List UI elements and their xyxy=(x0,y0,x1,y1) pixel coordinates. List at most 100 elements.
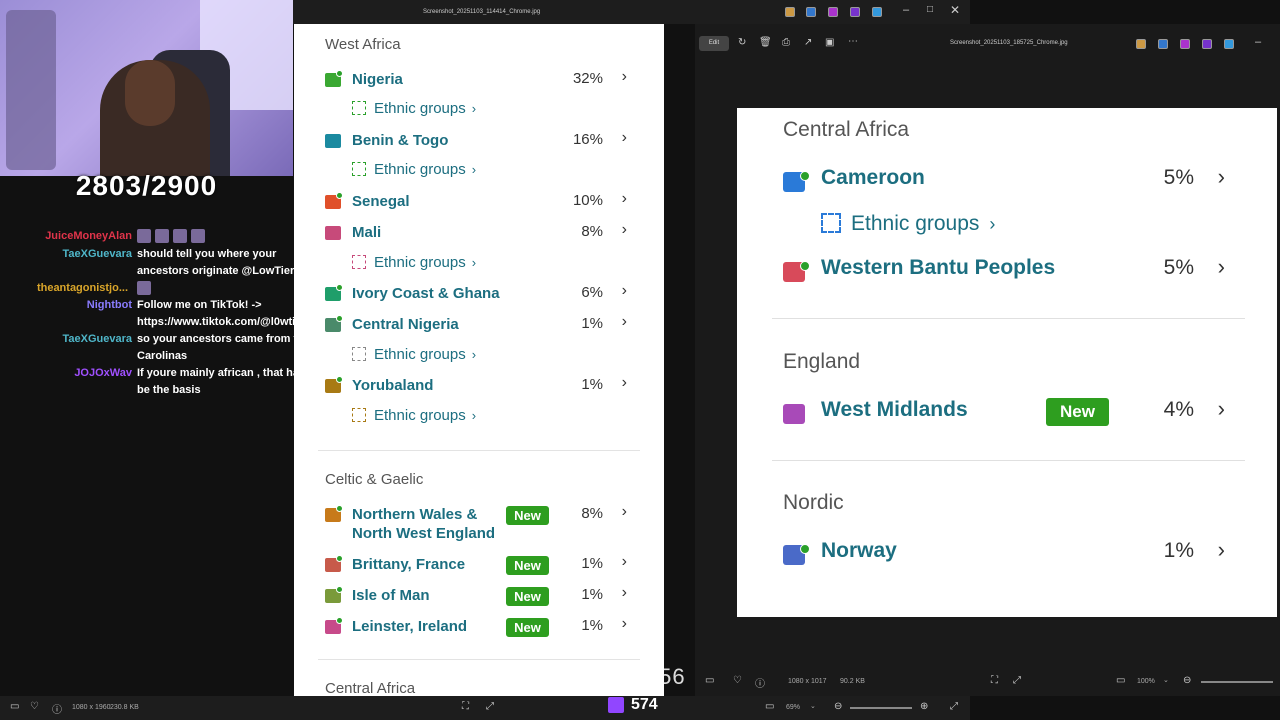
zoom-out-icon[interactable]: ⊖ xyxy=(1183,675,1191,686)
region-heading: West Africa xyxy=(325,36,401,53)
editor-icon[interactable] xyxy=(850,7,860,17)
ancestry-row-benin-togo[interactable]: Benin & Togo 16% › xyxy=(325,129,635,153)
ancestry-row-ivory-coast-ghana[interactable]: Ivory Coast & Ghana 6% › xyxy=(325,282,635,306)
ancestry-row-west-midlands[interactable]: West Midlands New 4% › xyxy=(783,396,1233,428)
left-window-title: Screenshot_20251103_114414_Chrome.jpg xyxy=(423,9,541,15)
ancestry-row-isle-of-man[interactable]: Isle of Man New 1% › xyxy=(325,584,635,608)
ancestry-row-yorubaland[interactable]: Yorubaland 1% › xyxy=(325,374,635,398)
display-icon[interactable]: ▭ xyxy=(10,701,19,712)
region-name: Western Bantu Peoples xyxy=(821,256,1056,279)
region-percent: 10% xyxy=(572,192,603,209)
chat-username[interactable]: TaeXGuevara xyxy=(0,331,132,348)
scan-icon xyxy=(821,213,841,233)
zoom-slider[interactable] xyxy=(1201,681,1273,683)
actual-size-icon[interactable]: ▭ xyxy=(765,701,774,712)
cat-tower xyxy=(6,10,56,170)
ancestry-row-northern-wales[interactable]: Northern Wales & North West England New … xyxy=(325,503,635,545)
share-icon[interactable]: ↗ xyxy=(804,37,812,48)
info-icon[interactable]: ⓘ xyxy=(52,701,62,716)
heart-icon[interactable]: ♡ xyxy=(733,675,742,686)
chat-username[interactable]: Nightbot xyxy=(0,297,132,314)
ancestry-row-nigeria[interactable]: Nigeria 32% › xyxy=(325,68,635,92)
region-percent: 1% xyxy=(581,555,603,572)
region-name: Leinster, Ireland xyxy=(352,618,468,635)
zoom-slider[interactable] xyxy=(850,707,912,709)
ethnic-groups-link[interactable]: Ethnic groups › xyxy=(352,161,476,181)
fit-icon[interactable]: ⛶ xyxy=(991,675,998,686)
ancestry-row-leinster[interactable]: Leinster, Ireland New 1% › xyxy=(325,615,635,639)
more-icon[interactable]: ⋯ xyxy=(848,36,858,47)
region-heading: Nordic xyxy=(783,491,844,514)
ancestry-row-western-bantu[interactable]: Western Bantu Peoples 5% › xyxy=(783,254,1233,286)
region-percent: 1% xyxy=(581,315,603,332)
ancestry-row-norway[interactable]: Norway 1% › xyxy=(783,537,1233,569)
fit-icon[interactable]: ⛶ xyxy=(462,701,469,712)
chat-username[interactable]: TaeXGuevara xyxy=(0,246,132,263)
chat-message: Nightbot Follow me on TikTok! -> https:/… xyxy=(0,297,330,331)
ethnic-groups-link[interactable]: Ethnic groups › xyxy=(352,407,476,427)
chevron-right-icon: › xyxy=(621,282,627,299)
minimize-icon[interactable]: – xyxy=(1255,36,1261,48)
right-window-title: Screenshot_20251103_185725_Chrome.jpg xyxy=(950,40,1068,46)
chat-username[interactable]: theantagonistjo... xyxy=(0,280,128,297)
designer-icon[interactable] xyxy=(1158,39,1168,49)
editor-icon[interactable] xyxy=(1202,39,1212,49)
zoom-in-icon[interactable]: ⊕ xyxy=(920,701,928,712)
ethnic-groups-link[interactable]: Ethnic groups › xyxy=(352,346,476,366)
print-icon[interactable]: ⎙ xyxy=(782,37,790,48)
ancestry-row-mali[interactable]: Mali 8% › xyxy=(325,221,635,245)
maximize-icon[interactable]: □ xyxy=(927,4,933,15)
slideshow-icon[interactable]: ▣ xyxy=(825,37,834,48)
delete-icon[interactable]: 🗑 xyxy=(759,37,772,48)
onedrive-icon[interactable] xyxy=(872,7,882,17)
chevron-right-icon: › xyxy=(621,553,627,570)
goal-counter: 2803/2900 xyxy=(75,170,218,201)
copilot-icon[interactable] xyxy=(785,7,795,17)
designer-icon[interactable] xyxy=(806,7,816,17)
heart-icon[interactable]: ♡ xyxy=(30,701,39,712)
info-icon[interactable]: ⓘ xyxy=(755,675,765,690)
copilot-icon[interactable] xyxy=(1136,39,1146,49)
zoom-out-icon[interactable]: ⊖ xyxy=(834,701,842,712)
fullscreen-icon[interactable]: ⤢ xyxy=(486,701,494,712)
chat-message: theantagonistjo... xyxy=(0,280,330,297)
chat-username[interactable]: JuiceMoneyAlan xyxy=(0,228,132,245)
swatch-icon xyxy=(783,404,805,424)
chevron-down-icon[interactable]: ⌄ xyxy=(1163,676,1169,684)
new-badge: New xyxy=(1046,398,1109,426)
ancestry-row-central-nigeria[interactable]: Central Nigeria 1% › xyxy=(325,313,635,337)
left-window-titlebar: Screenshot_20251103_114414_Chrome.jpg – … xyxy=(293,0,970,24)
expand-icon[interactable]: ⤢ xyxy=(950,701,958,712)
chat-username[interactable]: JOJOxWav xyxy=(0,365,132,382)
ethnic-groups-link[interactable]: Ethnic groups › xyxy=(821,212,995,236)
emote-row xyxy=(137,228,209,245)
minimize-icon[interactable]: – xyxy=(903,4,909,16)
actual-size-icon[interactable]: ▭ xyxy=(1116,675,1125,686)
chat-panel: JuiceMoneyAlan TaeXGuevara should tell y… xyxy=(0,228,330,399)
zoom-level[interactable]: 100% xyxy=(1137,678,1155,685)
chevron-down-icon[interactable]: ⌄ xyxy=(810,702,816,710)
new-badge: New xyxy=(506,618,549,637)
zoom-level[interactable]: 69% xyxy=(786,704,800,711)
ancestry-row-cameroon[interactable]: Cameroon 5% › xyxy=(783,164,1233,196)
edit-button[interactable]: Edit xyxy=(699,36,729,51)
display-icon[interactable]: ▭ xyxy=(705,675,714,686)
ancestry-row-brittany[interactable]: Brittany, France New 1% › xyxy=(325,553,635,577)
onedrive-icon[interactable] xyxy=(1224,39,1234,49)
rotate-icon[interactable]: ↻ xyxy=(738,37,746,48)
chat-message: JOJOxWav If youre mainly african , that … xyxy=(0,365,330,399)
stream-timer: 07:12:56 xyxy=(592,664,686,689)
fullscreen-icon[interactable]: ⤢ xyxy=(1013,675,1021,686)
ancestry-row-senegal[interactable]: Senegal 10% › xyxy=(325,190,635,214)
chevron-right-icon: › xyxy=(1217,164,1225,189)
chevron-right-icon: › xyxy=(621,221,627,238)
ethnic-groups-link[interactable]: Ethnic groups › xyxy=(352,100,476,120)
clipchamp-icon[interactable] xyxy=(1180,39,1190,49)
streamer-head xyxy=(125,60,175,126)
image-dimensions: 1080 x 1017 xyxy=(788,678,827,685)
close-icon[interactable]: ✕ xyxy=(950,3,960,17)
ethnic-groups-link[interactable]: Ethnic groups › xyxy=(352,254,476,274)
clipchamp-icon[interactable] xyxy=(828,7,838,17)
scan-icon xyxy=(352,347,366,361)
region-name: West Midlands xyxy=(821,398,968,421)
